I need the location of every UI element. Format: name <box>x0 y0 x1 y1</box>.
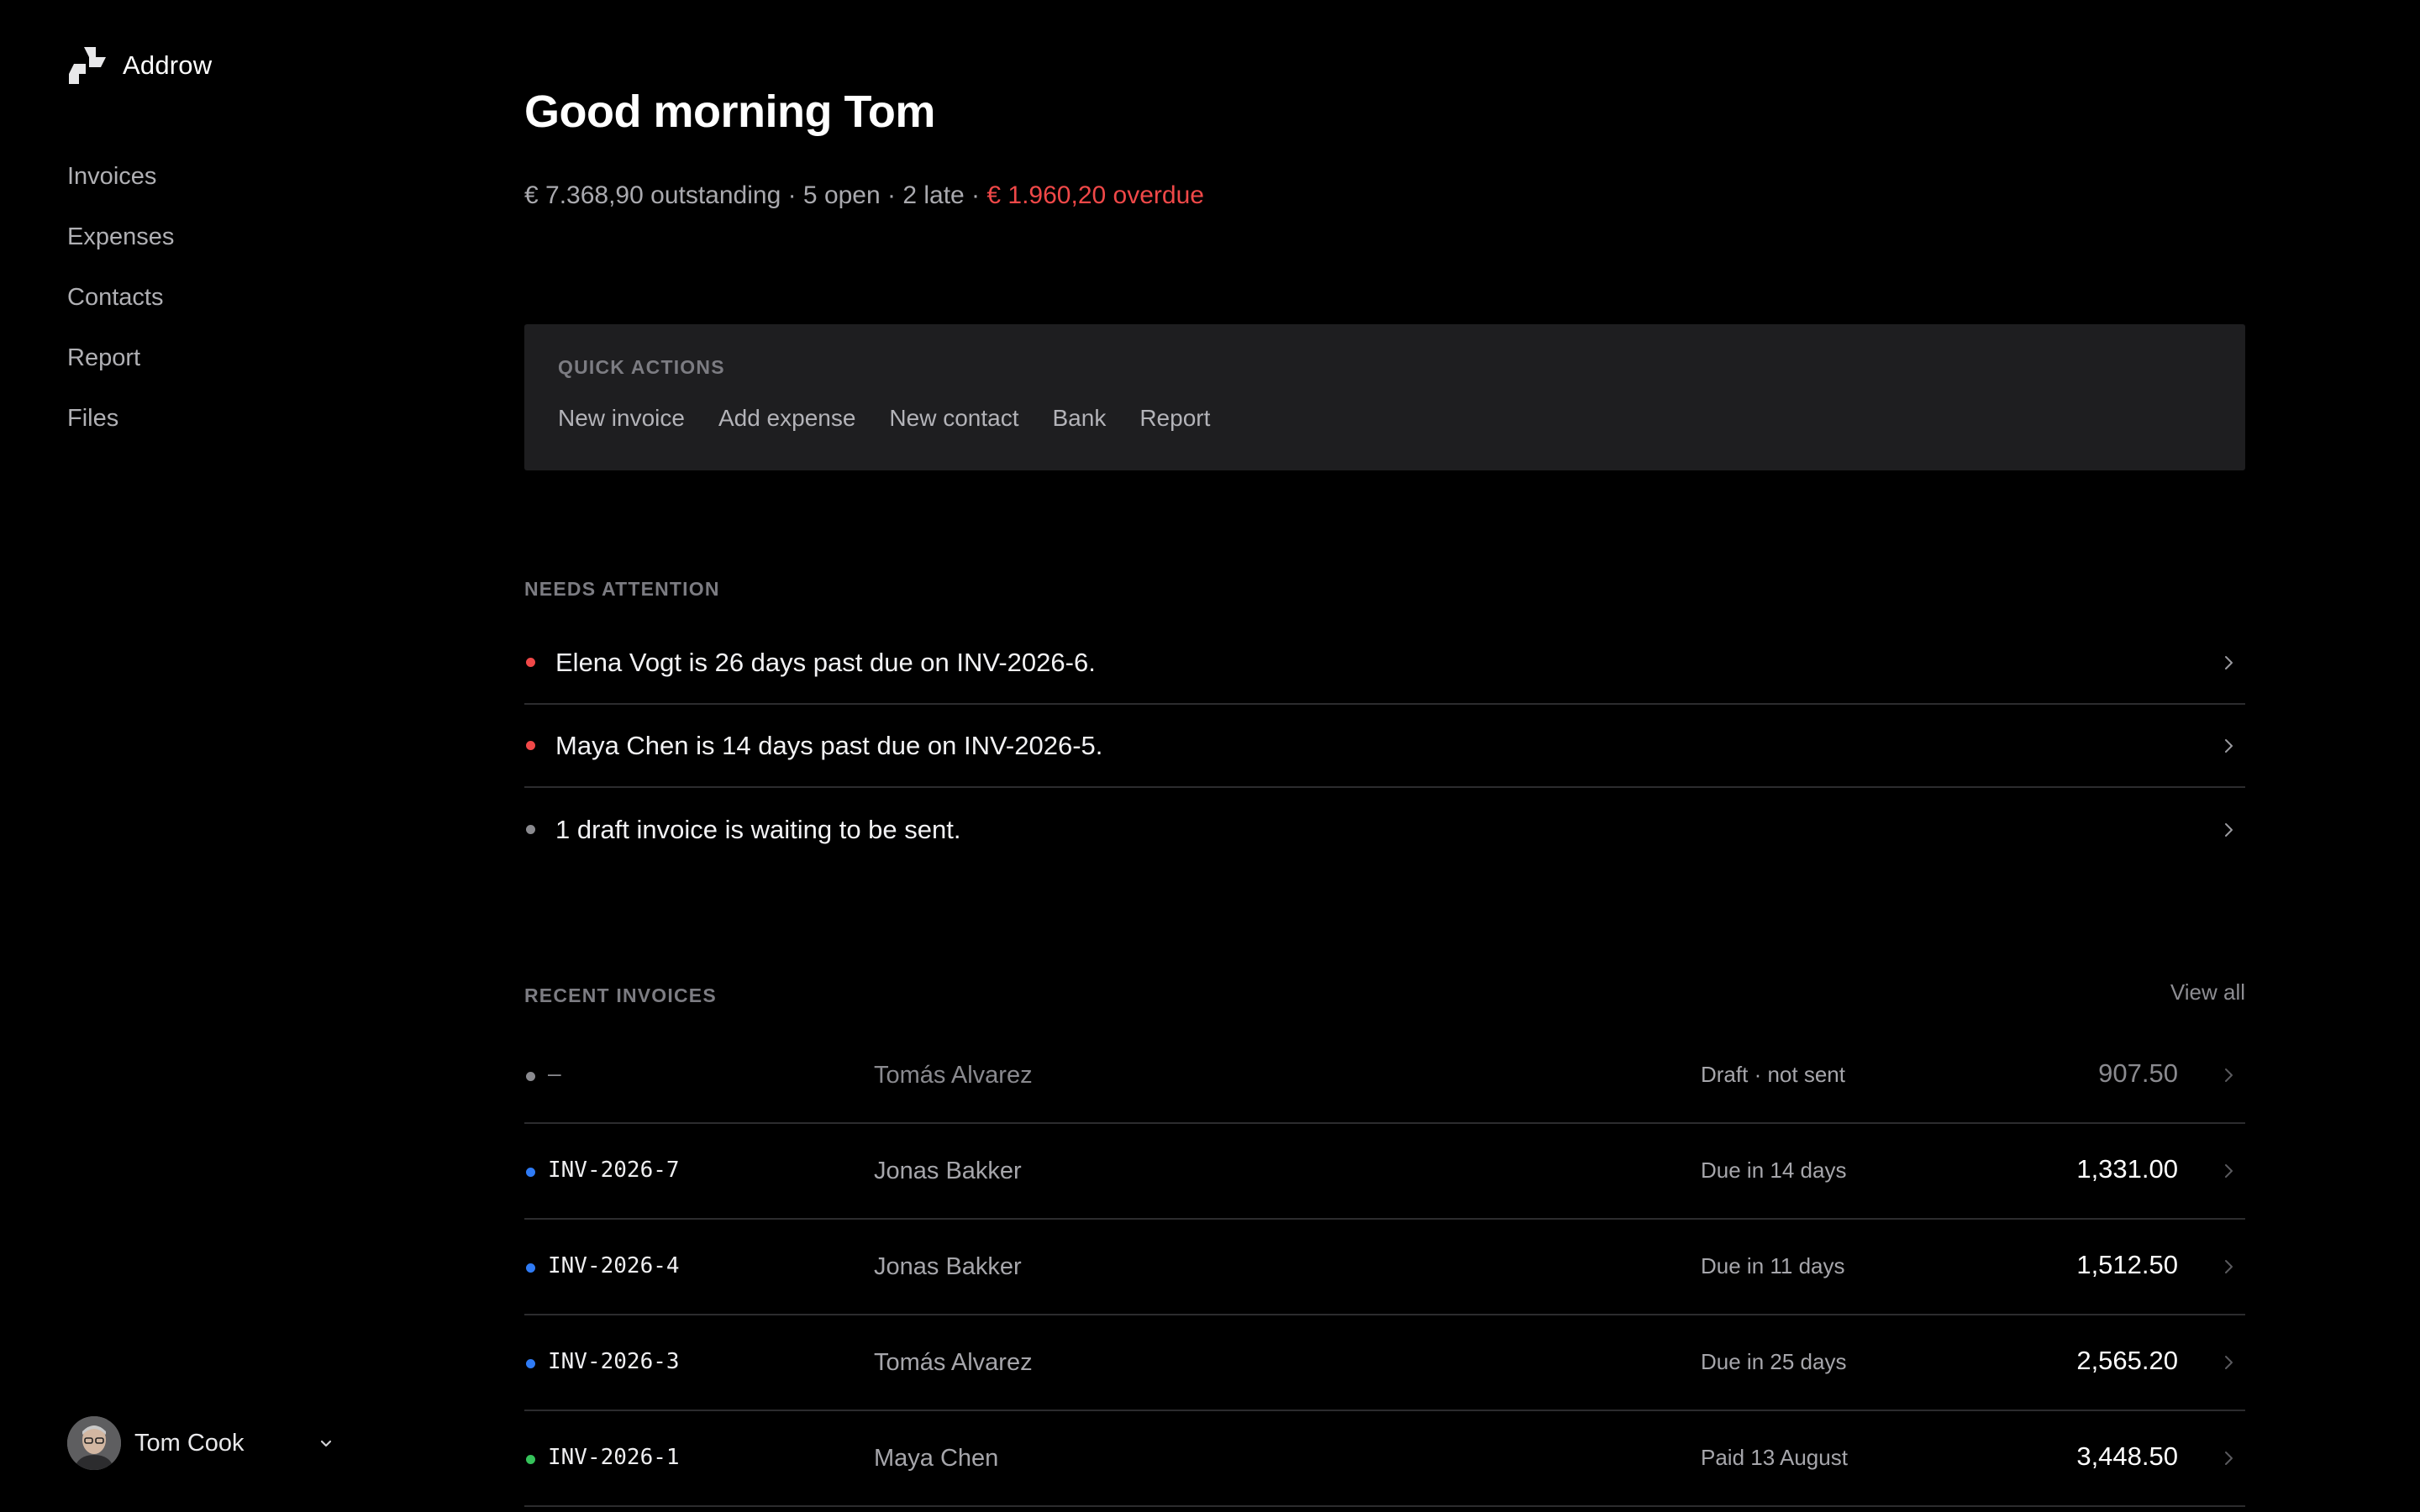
brand[interactable]: Addrow <box>67 45 212 86</box>
chevron-right-icon <box>2218 1257 2238 1277</box>
nav-item-files[interactable]: Files <box>67 400 174 460</box>
main-nav: Invoices Expenses Contacts Report Files <box>67 158 174 460</box>
status-dot <box>526 741 535 750</box>
attention-item[interactable]: 1 draft invoice is waiting to be sent. <box>524 788 2245 871</box>
attention-item[interactable]: Maya Chen is 14 days past due on INV-202… <box>524 705 2245 788</box>
status-dot <box>526 1359 535 1368</box>
recent-invoices-list: – Tomás Alvarez Draft · not sent 907.50 … <box>524 1028 2245 1507</box>
chevron-right-icon <box>2218 653 2238 673</box>
invoice-amount: 1,331.00 <box>2076 1154 2178 1184</box>
invoice-status: Paid 13 August <box>1701 1445 1848 1470</box>
quick-actions-list: New invoice Add expense New contact Bank… <box>558 405 1210 432</box>
status-dot <box>526 1072 535 1081</box>
app-name: Addrow <box>123 50 213 80</box>
status-dot <box>526 1168 535 1177</box>
sidebar: Addrow Invoices Expenses Contacts Report… <box>0 0 471 1512</box>
status-dot <box>526 825 535 834</box>
invoice-contact: Jonas Bakker <box>874 1158 1022 1184</box>
user-menu[interactable]: Tom Cook <box>67 1416 336 1470</box>
attention-item[interactable]: Elena Vogt is 26 days past due on INV-20… <box>524 622 2245 705</box>
quick-actions-title: QUICK ACTIONS <box>558 356 725 378</box>
attention-text: 1 draft invoice is waiting to be sent. <box>555 814 961 844</box>
invoice-row[interactable]: – Tomás Alvarez Draft · not sent 907.50 <box>524 1028 2245 1124</box>
invoice-amount: 2,565.20 <box>2076 1346 2178 1375</box>
chevron-right-icon <box>2218 820 2238 840</box>
chevron-right-icon <box>2218 1161 2238 1181</box>
balance-summary: € 7.368,90 outstanding · 5 open · 2 late… <box>524 181 1204 210</box>
nav-item-invoices[interactable]: Invoices <box>67 158 174 218</box>
invoice-contact: Jonas Bakker <box>874 1253 1022 1280</box>
user-name: Tom Cook <box>134 1429 245 1457</box>
invoice-number: INV-2026-7 <box>548 1158 680 1183</box>
add-expense-button[interactable]: Add expense <box>718 405 855 432</box>
invoice-row[interactable]: INV-2026-1 Maya Chen Paid 13 August 3,44… <box>524 1411 2245 1507</box>
attention-text: Elena Vogt is 26 days past due on INV-20… <box>555 647 1096 677</box>
chevron-right-icon <box>2218 1352 2238 1373</box>
invoice-amount: 1,512.50 <box>2076 1250 2178 1279</box>
invoice-row[interactable]: INV-2026-7 Jonas Bakker Due in 14 days 1… <box>524 1124 2245 1220</box>
invoice-number: INV-2026-3 <box>548 1349 680 1374</box>
quick-actions-panel: QUICK ACTIONS New invoice Add expense Ne… <box>524 324 2245 470</box>
new-invoice-button[interactable]: New invoice <box>558 405 685 432</box>
chevron-right-icon <box>2218 1065 2238 1085</box>
invoice-amount: 3,448.50 <box>2076 1441 2178 1471</box>
chevron-right-icon <box>2218 1448 2238 1468</box>
attention-text: Maya Chen is 14 days past due on INV-202… <box>555 730 1103 760</box>
bank-button[interactable]: Bank <box>1053 405 1107 432</box>
invoice-number: INV-2026-1 <box>548 1445 680 1470</box>
chevron-right-icon <box>2218 736 2238 756</box>
summary-text: € 7.368,90 outstanding · 5 open · 2 late… <box>524 181 987 209</box>
report-button[interactable]: Report <box>1139 405 1210 432</box>
invoice-status: Due in 11 days <box>1701 1253 1845 1278</box>
chevron-down-icon <box>316 1433 336 1453</box>
invoice-contact: Tomás Alvarez <box>874 1349 1033 1376</box>
view-all-link[interactable]: View all <box>2170 979 2245 1005</box>
invoice-status: Due in 25 days <box>1701 1349 1847 1374</box>
invoice-status: Draft · not sent <box>1701 1062 1845 1087</box>
needs-attention-title: NEEDS ATTENTION <box>524 578 720 600</box>
addrow-logo-icon <box>67 45 108 86</box>
nav-item-report[interactable]: Report <box>67 339 174 400</box>
overdue-amount: € 1.960,20 overdue <box>986 181 1204 209</box>
status-dot <box>526 658 535 667</box>
status-dot <box>526 1263 535 1273</box>
invoice-amount: 907.50 <box>2098 1058 2178 1088</box>
nav-item-contacts[interactable]: Contacts <box>67 279 174 339</box>
invoice-row[interactable]: INV-2026-3 Tomás Alvarez Due in 25 days … <box>524 1315 2245 1411</box>
avatar <box>67 1416 121 1470</box>
invoice-row[interactable]: INV-2026-4 Jonas Bakker Due in 11 days 1… <box>524 1220 2245 1315</box>
page-title: Good morning Tom <box>524 87 935 137</box>
new-contact-button[interactable]: New contact <box>889 405 1018 432</box>
nav-item-expenses[interactable]: Expenses <box>67 218 174 279</box>
status-dot <box>526 1455 535 1464</box>
recent-invoices-title: RECENT INVOICES <box>524 984 717 1006</box>
needs-attention-list: Elena Vogt is 26 days past due on INV-20… <box>524 622 2245 871</box>
invoice-status: Due in 14 days <box>1701 1158 1847 1183</box>
invoice-contact: Tomás Alvarez <box>874 1062 1033 1089</box>
invoice-number: – <box>548 1062 561 1087</box>
invoice-contact: Maya Chen <box>874 1445 999 1472</box>
invoice-number: INV-2026-4 <box>548 1253 680 1278</box>
